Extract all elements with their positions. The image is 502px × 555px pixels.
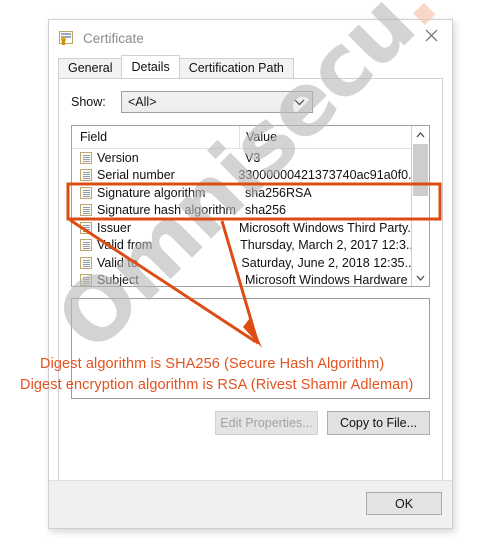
column-header-field: Field [80, 130, 108, 144]
show-dropdown[interactable]: <All> [121, 91, 313, 113]
close-icon[interactable] [410, 20, 452, 50]
edit-properties-button[interactable]: Edit Properties... [215, 411, 318, 435]
field-list-header: Field Value [72, 126, 411, 149]
title-bar: Certificate [49, 20, 452, 56]
field-list-scrollbar[interactable] [411, 126, 429, 286]
field-row-icon [80, 221, 92, 234]
details-tab-page: Show: <All> Field Value Version V3 Seria… [58, 78, 443, 483]
window-title: Certificate [83, 30, 144, 46]
row-field-label: Valid to [97, 255, 138, 270]
row-value-label: V3 [245, 150, 261, 165]
row-value-label: 33000000421373740ac91a0f0... [238, 168, 411, 183]
row-value-label: sha256RSA [245, 185, 312, 200]
show-label: Show: [71, 95, 106, 109]
certificate-icon [59, 30, 75, 46]
row-field-label: Signature hash algorithm [97, 203, 236, 218]
table-row[interactable]: Version V3 [72, 149, 411, 167]
table-row[interactable]: Serial number 33000000421373740ac91a0f0.… [72, 167, 411, 185]
tab-certification-path[interactable]: Certification Path [178, 58, 294, 78]
scroll-up-icon[interactable] [412, 126, 429, 143]
field-row-icon [80, 151, 92, 164]
row-value-label: Saturday, June 2, 2018 12:35... [241, 255, 411, 270]
field-row-icon [80, 186, 92, 199]
row-field-label: Valid from [97, 238, 153, 253]
row-field-label: Version [97, 150, 139, 165]
dialog-footer: OK [49, 480, 452, 528]
table-row[interactable]: Subject Microsoft Windows Hardware [72, 272, 411, 286]
chevron-down-icon [294, 95, 305, 109]
field-list-body: Field Value Version V3 Serial number 330… [72, 126, 411, 286]
row-field-label: Signature algorithm [97, 185, 206, 200]
row-value-label: Microsoft Windows Hardware [245, 273, 408, 286]
table-row[interactable]: Signature algorithm sha256RSA [72, 184, 411, 202]
table-row[interactable]: Valid from Thursday, March 2, 2017 12:3.… [72, 237, 411, 255]
show-filter-row: Show: <All> [71, 91, 430, 113]
column-header-value: Value [239, 126, 411, 148]
field-row-icon [80, 169, 92, 182]
show-dropdown-value: <All> [128, 95, 157, 109]
table-row[interactable]: Valid to Saturday, June 2, 2018 12:35... [72, 254, 411, 272]
row-value-label: Microsoft Windows Third Party... [239, 220, 411, 235]
action-buttons: Edit Properties... Copy to File... [71, 411, 430, 435]
field-detail-pane [71, 298, 430, 399]
scroll-down-icon[interactable] [412, 269, 429, 286]
table-row[interactable]: Signature hash algorithm sha256 [72, 202, 411, 220]
certificate-dialog: Certificate General Details Certificatio… [48, 19, 453, 529]
row-value-label: Thursday, March 2, 2017 12:3... [240, 238, 411, 253]
row-field-label: Issuer [97, 220, 132, 235]
scrollbar-thumb[interactable] [413, 144, 428, 196]
ok-button[interactable]: OK [366, 492, 442, 515]
certificate-field-list[interactable]: Field Value Version V3 Serial number 330… [71, 125, 430, 287]
row-value-label: sha256 [245, 203, 287, 218]
copy-to-file-button[interactable]: Copy to File... [327, 411, 430, 435]
field-row-icon [80, 256, 92, 269]
row-field-label: Subject [97, 273, 139, 286]
tab-general[interactable]: General [58, 58, 123, 78]
field-row-icon [80, 204, 92, 217]
tab-details[interactable]: Details [121, 55, 180, 78]
field-row-icon [80, 274, 92, 286]
field-row-icon [80, 239, 92, 252]
tab-strip: General Details Certification Path [58, 55, 452, 78]
table-row[interactable]: Issuer Microsoft Windows Third Party... [72, 219, 411, 237]
row-field-label: Serial number [97, 168, 175, 183]
